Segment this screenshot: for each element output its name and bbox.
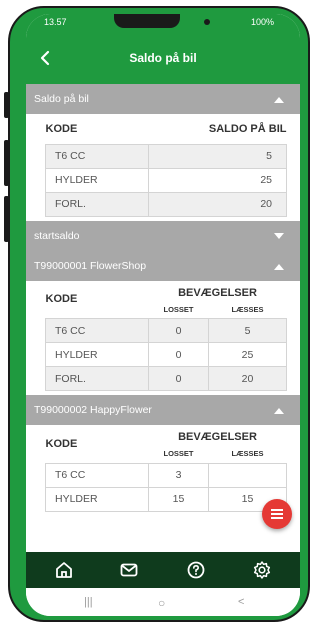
col-header-movements: BEVÆGELSER bbox=[178, 286, 257, 299]
phone-screen: 13.57 100% Saldo på bil Saldo på bil KOD… bbox=[26, 14, 300, 616]
section-header-saldo[interactable]: Saldo på bil bbox=[26, 84, 300, 114]
system-back-button[interactable]: < bbox=[238, 596, 244, 608]
app-header: Saldo på bil bbox=[26, 36, 300, 84]
section-title: T99000001 FlowerShop bbox=[34, 259, 147, 272]
section-body-flowershop: KODE BEVÆGELSER LOSSET LÆSSES T6 CC 0 5 … bbox=[26, 280, 300, 395]
cell-loaded: 25 bbox=[208, 342, 287, 367]
speaker-notch bbox=[114, 14, 180, 28]
page-title: Saldo på bil bbox=[129, 51, 197, 65]
table-row: HYLDER 0 25 bbox=[45, 342, 287, 367]
mail-icon bbox=[120, 563, 138, 577]
system-recents-button[interactable]: ||| bbox=[84, 596, 93, 608]
system-home-button[interactable]: ○ bbox=[158, 596, 165, 610]
cell-code: T6 CC bbox=[45, 143, 149, 169]
phone-side-button bbox=[4, 196, 9, 242]
section-header-flowershop[interactable]: T99000001 FlowerShop bbox=[26, 250, 300, 281]
cell-code: T6 CC bbox=[45, 318, 149, 343]
movements-table: KODE BEVÆGELSER LOSSET LÆSSES T6 CC 0 5 … bbox=[45, 281, 287, 391]
col-header-unloaded: LOSSET bbox=[163, 449, 194, 459]
menu-icon bbox=[271, 513, 283, 515]
table-row: HYLDER 15 15 bbox=[45, 486, 287, 512]
col-header-code: KODE bbox=[45, 122, 78, 135]
home-icon bbox=[56, 562, 72, 578]
phone-side-button bbox=[4, 140, 9, 186]
table-row: T6 CC 0 5 bbox=[45, 318, 287, 343]
col-header-movements: BEVÆGELSER bbox=[178, 431, 257, 443]
cell-loaded: 5 bbox=[208, 318, 287, 343]
cell-unloaded: 0 bbox=[148, 342, 209, 367]
col-header-loaded: LÆSSES bbox=[231, 304, 264, 314]
help-icon bbox=[187, 561, 205, 579]
cell-loaded: 20 bbox=[208, 366, 287, 391]
col-header-code: KODE bbox=[45, 293, 78, 306]
cell-saldo: 20 bbox=[148, 191, 287, 217]
cell-code: FORL. bbox=[45, 191, 149, 217]
section-title: Saldo på bil bbox=[34, 93, 89, 105]
movements-table: KODE BEVÆGELSER LOSSET LÆSSES T6 CC 3 HY… bbox=[45, 425, 287, 512]
cell-unloaded: 0 bbox=[148, 366, 209, 391]
chevron-down-icon bbox=[274, 232, 284, 239]
camera-dot bbox=[204, 19, 210, 25]
section-title: startsaldo bbox=[34, 229, 80, 242]
col-header-unloaded: LOSSET bbox=[163, 304, 194, 314]
system-nav-bar: ||| ○ < bbox=[26, 588, 300, 616]
table-row: FORL. 20 bbox=[45, 191, 287, 217]
cell-unloaded: 3 bbox=[148, 462, 209, 488]
status-bar: 13.57 100% bbox=[26, 14, 300, 36]
cell-code: HYLDER bbox=[45, 342, 149, 367]
chevron-up-icon bbox=[274, 408, 284, 414]
nav-mail-button[interactable] bbox=[119, 560, 139, 580]
cell-saldo: 5 bbox=[148, 143, 287, 169]
status-battery: 100% bbox=[250, 17, 274, 27]
section-body-happyflower: KODE BEVÆGELSER LOSSET LÆSSES T6 CC 3 HY… bbox=[26, 425, 300, 516]
menu-icon bbox=[271, 517, 283, 519]
section-body-saldo: KODE SALDO PÅ BIL T6 CC 5 HYLDER 25 FORL… bbox=[26, 114, 300, 221]
col-header-loaded: LÆSSES bbox=[231, 449, 264, 459]
section-header-happyflower[interactable]: T99000002 HappyFlower bbox=[26, 395, 300, 425]
nav-settings-button[interactable] bbox=[252, 560, 272, 580]
cell-loaded bbox=[208, 462, 287, 488]
col-header-code: KODE bbox=[45, 437, 78, 450]
cell-code: T6 CC bbox=[45, 462, 149, 488]
phone-side-button bbox=[4, 92, 9, 118]
col-header-saldo: SALDO PÅ BIL bbox=[208, 122, 287, 135]
nav-home-button[interactable] bbox=[54, 560, 74, 580]
section-header-startsaldo[interactable]: startsaldo bbox=[26, 220, 300, 251]
menu-icon bbox=[271, 509, 283, 511]
saldo-table: KODE SALDO PÅ BIL T6 CC 5 HYLDER 25 FORL… bbox=[45, 114, 287, 217]
cell-code: FORL. bbox=[45, 366, 149, 391]
cell-unloaded: 0 bbox=[148, 318, 209, 343]
settings-icon bbox=[253, 561, 271, 579]
chevron-up-icon bbox=[274, 263, 284, 270]
section-title: T99000002 HappyFlower bbox=[34, 404, 152, 416]
table-row: FORL. 0 20 bbox=[45, 366, 287, 391]
bottom-nav bbox=[26, 552, 300, 588]
cell-saldo: 25 bbox=[148, 167, 287, 193]
content-scroll-area[interactable]: Saldo på bil KODE SALDO PÅ BIL T6 CC 5 H… bbox=[26, 84, 300, 552]
cell-unloaded: 15 bbox=[148, 486, 209, 512]
cell-code: HYLDER bbox=[45, 486, 149, 512]
cell-code: HYLDER bbox=[45, 167, 149, 193]
nav-help-button[interactable] bbox=[186, 560, 206, 580]
status-time: 13.57 bbox=[44, 17, 67, 27]
table-row: HYLDER 25 bbox=[45, 167, 287, 193]
table-row: T6 CC 5 bbox=[45, 143, 287, 169]
table-row: T6 CC 3 bbox=[45, 462, 287, 488]
menu-fab-button[interactable] bbox=[262, 499, 292, 529]
chevron-up-icon bbox=[274, 97, 284, 103]
